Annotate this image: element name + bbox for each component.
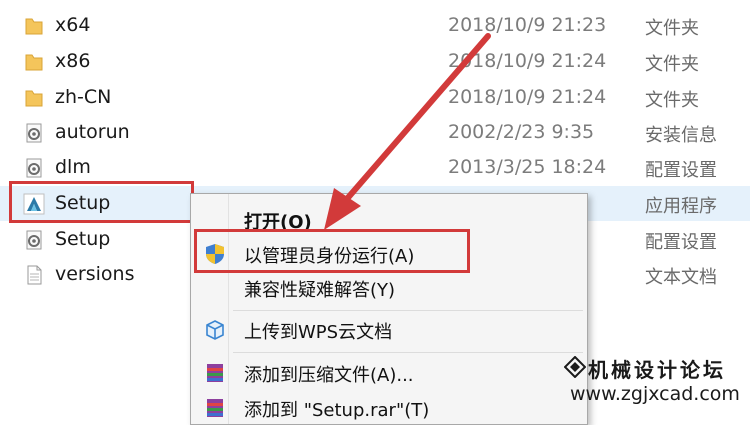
watermark-title: 机械设计论坛: [588, 358, 726, 382]
watermark-logo-icon: [564, 356, 586, 378]
watermark-url: www.zgjxcad.com: [570, 383, 740, 405]
watermark: 机械设计论坛 www.zgjxcad.com: [560, 350, 750, 411]
